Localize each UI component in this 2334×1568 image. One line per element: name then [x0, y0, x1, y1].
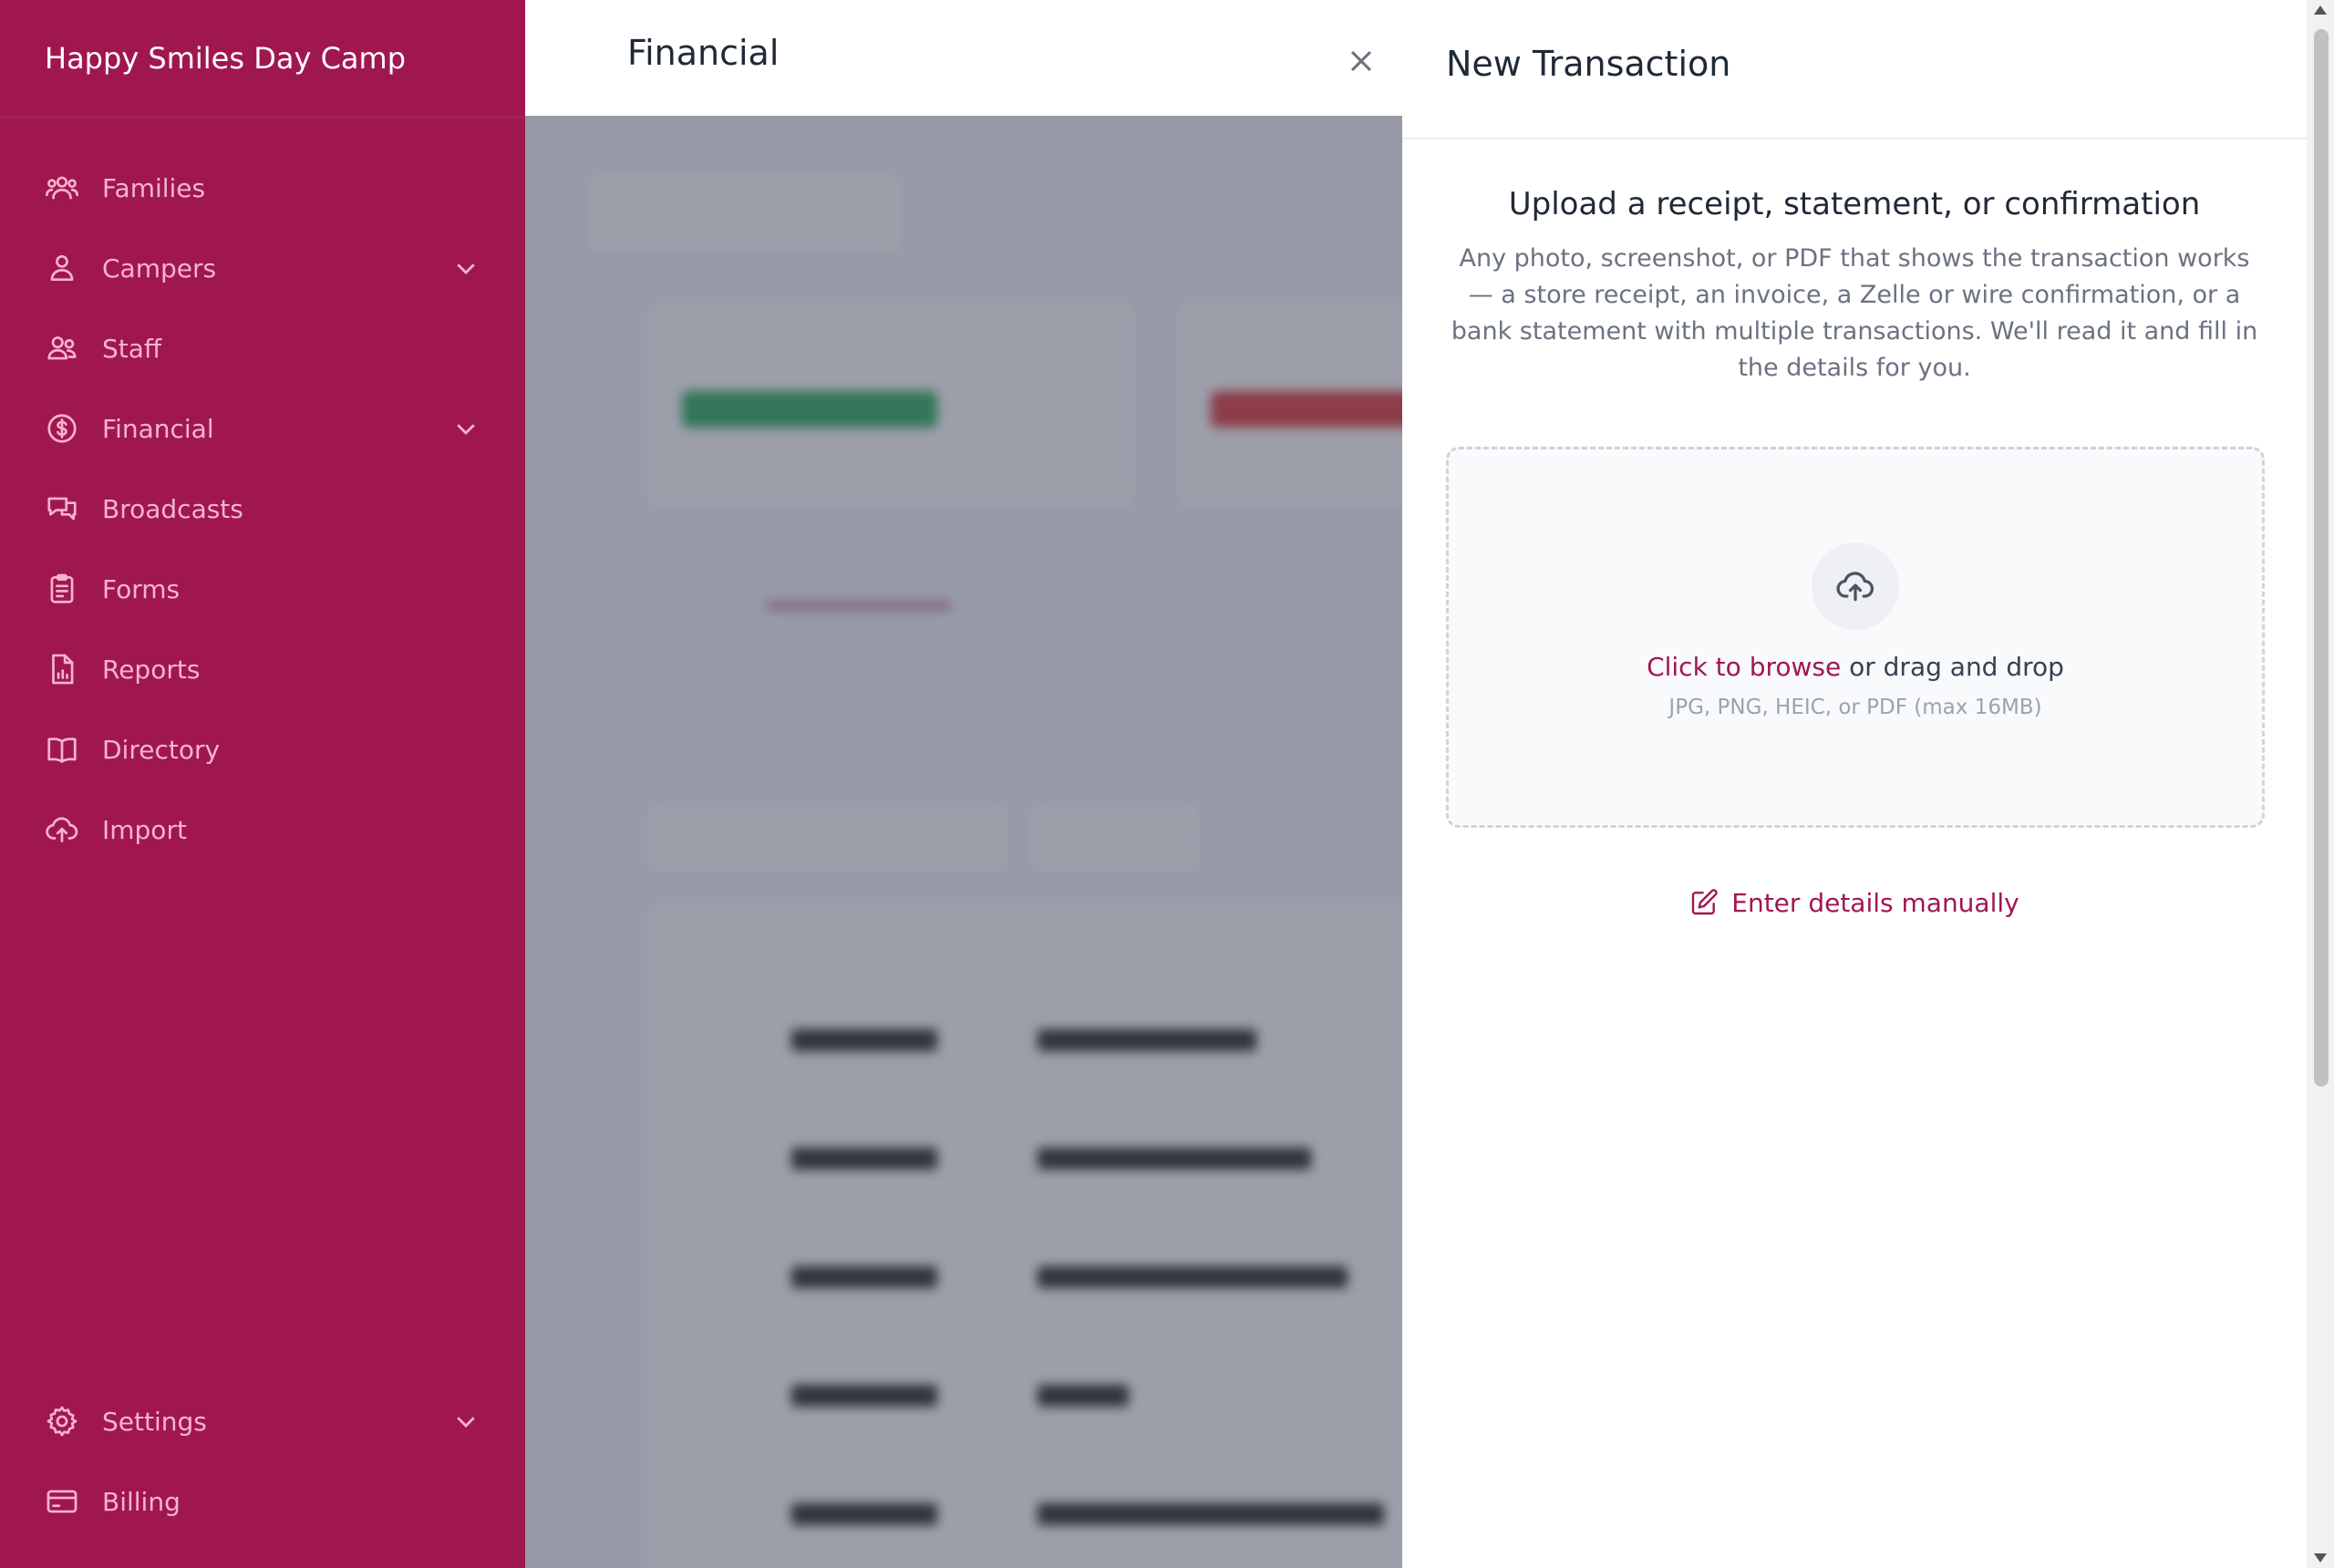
- file-dropzone[interactable]: Click to browse or drag and drop JPG, PN…: [1446, 447, 2265, 828]
- sidebar: Happy Smiles Day Camp Families Campers S…: [0, 0, 525, 1568]
- chat-bubbles-icon: [44, 490, 80, 527]
- sidebar-item-families[interactable]: Families: [0, 151, 525, 224]
- drag-text: or drag and drop: [1841, 652, 2064, 682]
- credit-card-icon: [44, 1483, 80, 1520]
- sidebar-item-label: Directory: [102, 734, 221, 765]
- modal-backdrop[interactable]: [525, 116, 1402, 1568]
- panel-title: New Transaction: [1446, 44, 1731, 84]
- sidebar-item-broadcasts[interactable]: Broadcasts: [0, 472, 525, 545]
- main-header: Financial: [525, 0, 1402, 116]
- sidebar-item-label: Forms: [102, 573, 181, 604]
- chevron-down-icon[interactable]: [452, 254, 480, 282]
- clipboard-icon: [44, 571, 80, 607]
- dollar-circle-icon: [44, 410, 80, 447]
- brand-name[interactable]: Happy Smiles Day Camp: [0, 0, 525, 118]
- sidebar-item-financial[interactable]: Financial: [0, 392, 525, 465]
- sidebar-item-label: Financial: [102, 413, 214, 444]
- sidebar-item-label: Settings: [102, 1406, 207, 1437]
- browse-link[interactable]: Click to browse: [1647, 652, 1841, 682]
- cog-icon: [44, 1403, 80, 1439]
- close-icon[interactable]: [1346, 46, 1377, 77]
- sidebar-item-forms[interactable]: Forms: [0, 552, 525, 625]
- book-open-icon: [44, 731, 80, 768]
- panel-header: New Transaction: [1402, 0, 2334, 139]
- sidebar-item-directory[interactable]: Directory: [0, 713, 525, 786]
- sidebar-item-label: Staff: [102, 333, 162, 364]
- document-chart-icon: [44, 651, 80, 687]
- users-icon: [44, 170, 80, 206]
- sidebar-item-label: Campers: [102, 253, 217, 284]
- sidebar-item-label: Families: [102, 172, 206, 203]
- scroll-down-arrow[interactable]: [2314, 1553, 2327, 1563]
- panel-scrollbar[interactable]: [2307, 0, 2334, 1568]
- chevron-down-icon[interactable]: [452, 1408, 480, 1435]
- sidebar-item-label: Broadcasts: [102, 493, 243, 524]
- sidebar-item-label: Import: [102, 814, 187, 845]
- upload-description: Any photo, screenshot, or PDF that shows…: [1451, 244, 2258, 382]
- upload-heading: Upload a receipt, statement, or confirma…: [1508, 186, 2201, 222]
- scroll-up-arrow[interactable]: [2314, 5, 2327, 15]
- sidebar-item-billing[interactable]: Billing: [0, 1465, 525, 1538]
- user-group-icon: [44, 330, 80, 366]
- new-transaction-panel: New Transaction Upload a receipt, statem…: [1402, 0, 2334, 1568]
- sidebar-item-staff[interactable]: Staff: [0, 312, 525, 385]
- page-title: Financial: [627, 33, 780, 73]
- cloud-upload-icon: [1812, 542, 1899, 630]
- sidebar-item-import[interactable]: Import: [0, 793, 525, 866]
- sidebar-item-reports[interactable]: Reports: [0, 633, 525, 706]
- sidebar-item-label: Reports: [102, 654, 201, 685]
- sidebar-item-campers[interactable]: Campers: [0, 232, 525, 304]
- scrollbar-thumb[interactable]: [2314, 29, 2329, 1087]
- cloud-upload-icon: [44, 811, 80, 848]
- dropzone-formats: JPG, PNG, HEIC, or PDF (max 16MB): [1668, 696, 2042, 719]
- sidebar-item-settings[interactable]: Settings: [0, 1385, 525, 1458]
- edit-icon: [1692, 889, 1718, 915]
- sidebar-item-label: Billing: [102, 1486, 181, 1517]
- chevron-down-icon[interactable]: [452, 415, 480, 442]
- user-icon: [44, 250, 80, 286]
- dropzone-instructions: Click to browse or drag and drop: [1449, 652, 2262, 682]
- enter-manually-label: Enter details manually: [1731, 887, 2019, 918]
- enter-manually-button[interactable]: Enter details manually: [1446, 882, 2263, 923]
